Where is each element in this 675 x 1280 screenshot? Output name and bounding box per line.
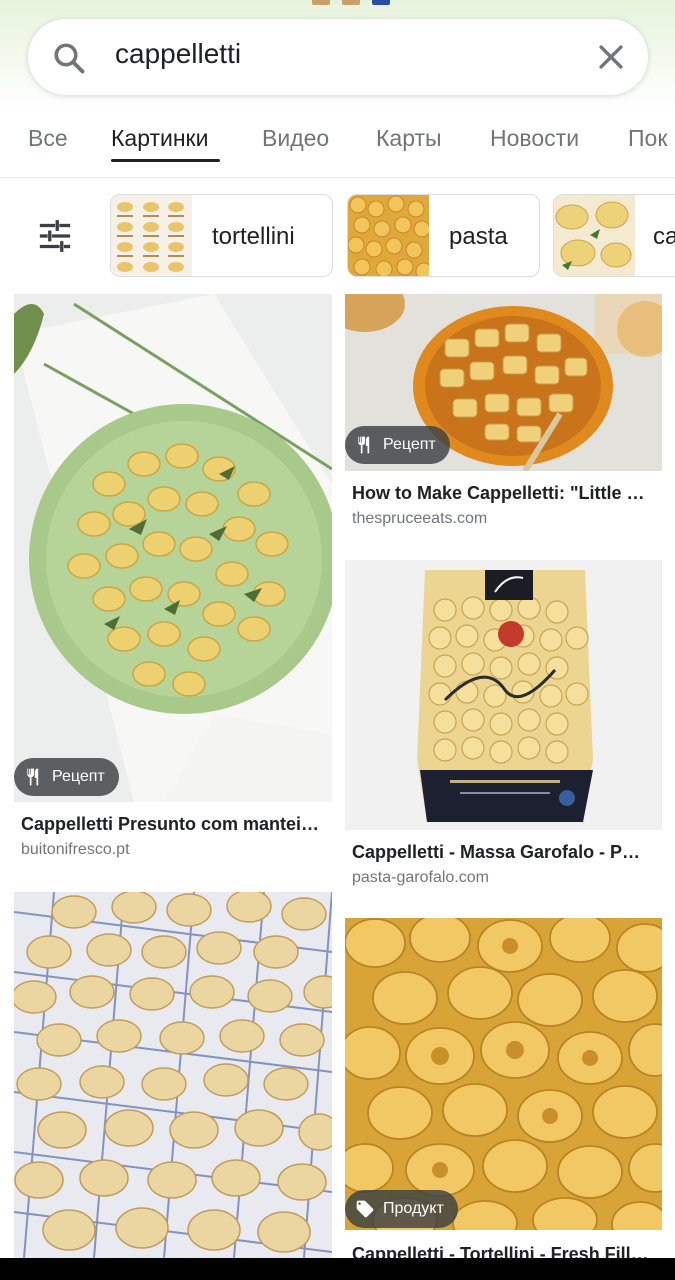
tab-news[interactable]: Новости [490, 125, 579, 152]
close-icon[interactable] [594, 40, 628, 74]
search-icon[interactable] [51, 40, 87, 76]
badge-label: Продукт [383, 1200, 444, 1217]
result-source[interactable]: buitonifresco.pt [21, 841, 130, 859]
badge-label: Рецепт [383, 436, 436, 453]
result-image [345, 918, 662, 1230]
image-result-card[interactable]: Рецепт How to Make Cappelletti: "Little … [345, 294, 662, 534]
image-result-card[interactable]: Продукт Cappelletti - Tortellini - Fresh… [345, 918, 662, 1264]
system-navigation-bar [0, 1258, 675, 1280]
image-result-card[interactable]: Рецепт Cappelletti Presunto com mantei… … [14, 294, 332, 864]
active-tab-indicator [111, 159, 220, 162]
chip-label: ca [653, 223, 675, 250]
tab-all[interactable]: Все [28, 125, 68, 152]
recipe-badge: Рецепт [14, 758, 119, 796]
result-image [14, 892, 332, 1258]
chip-thumbnail [111, 195, 192, 276]
restaurant-icon [27, 768, 39, 786]
status-bar-icons [312, 0, 390, 6]
result-title[interactable]: How to Make Cappelletti: "Little … [352, 483, 655, 504]
tab-images[interactable]: Картинки [111, 125, 208, 152]
result-source[interactable]: pasta-garofalo.com [352, 869, 489, 887]
tab-maps[interactable]: Карты [376, 125, 442, 152]
search-tabs: Все Картинки Видео Карты Новости Пок [0, 110, 675, 178]
image-result-card[interactable]: Cappelletti - Massa Garofalo - P… pasta-… [345, 560, 662, 890]
chip-label: pasta [449, 223, 508, 250]
chip-thumbnail [348, 195, 429, 276]
tune-filter-icon[interactable] [37, 218, 73, 254]
image-result-card[interactable] [14, 892, 332, 1258]
chip-label: tortellini [212, 223, 295, 250]
tag-icon [356, 1200, 374, 1218]
chip-pasta[interactable]: pasta [347, 194, 540, 277]
chip-tortellini[interactable]: tortellini [110, 194, 333, 277]
result-source[interactable]: thespruceeats.com [352, 510, 487, 528]
result-title[interactable]: Cappelletti Presunto com mantei… [21, 814, 326, 835]
restaurant-icon [358, 436, 370, 454]
result-image [345, 560, 662, 830]
chip-cappelletti[interactable]: ca [553, 194, 675, 277]
badge-label: Рецепт [52, 768, 105, 785]
result-image [14, 294, 332, 802]
tab-video[interactable]: Видео [262, 125, 329, 152]
product-badge: Продукт [345, 1190, 458, 1228]
chip-thumbnail [554, 195, 635, 276]
tab-shopping[interactable]: Пок [628, 125, 667, 152]
recipe-badge: Рецепт [345, 426, 450, 464]
search-input[interactable]: cappelletti [115, 38, 241, 70]
result-title[interactable]: Cappelletti - Massa Garofalo - P… [352, 842, 655, 863]
